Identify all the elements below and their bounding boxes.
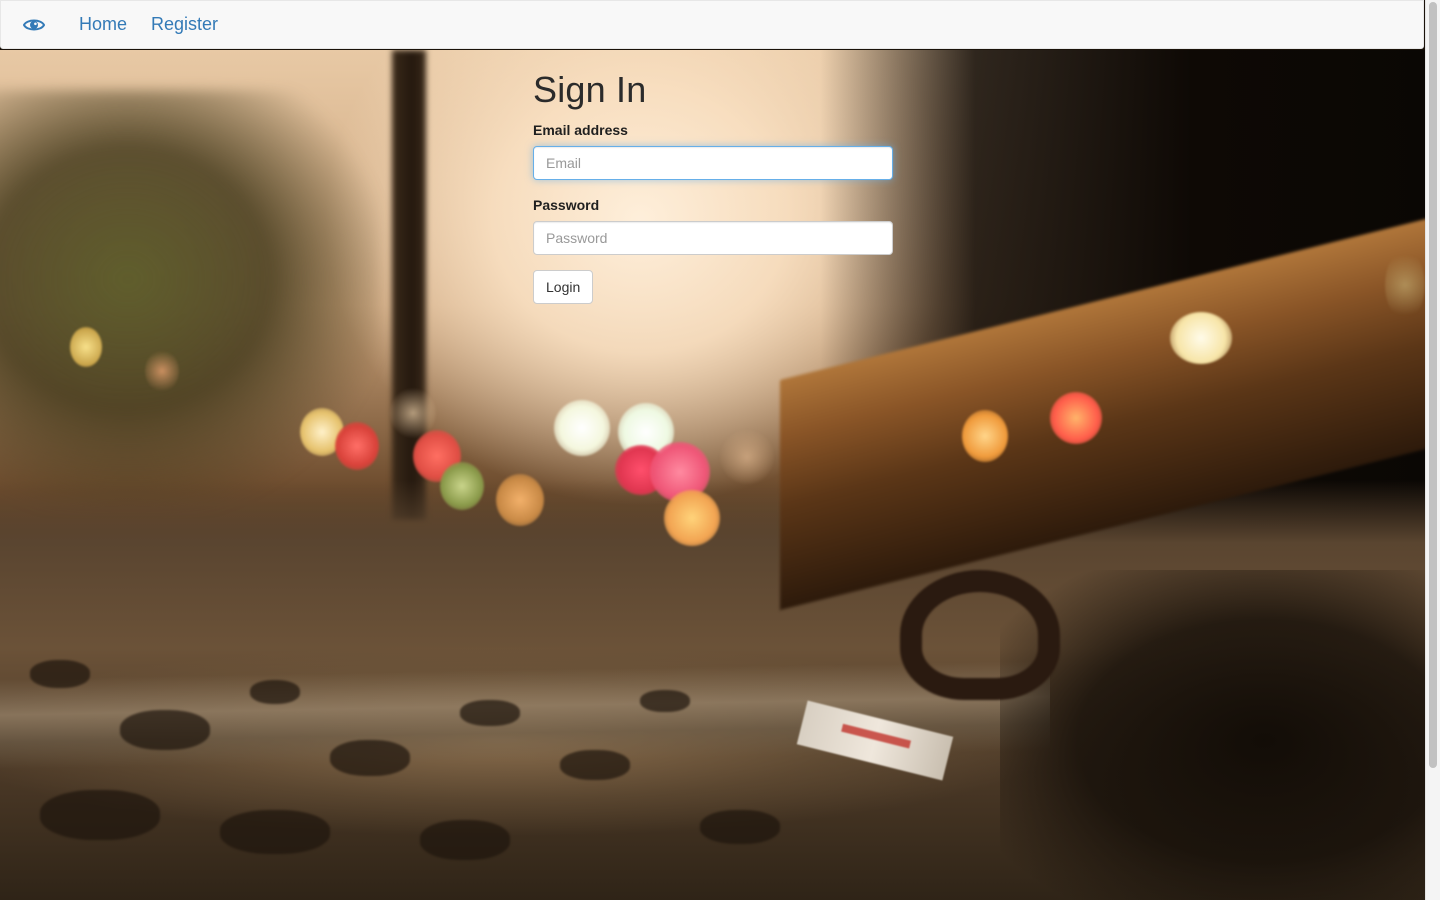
login-button[interactable]: Login [533,270,594,304]
password-input[interactable] [533,221,893,255]
page-title: Sign In [533,69,647,110]
page: Home Register Sign In Email address Pass… [0,0,1440,900]
email-input[interactable] [533,146,893,180]
eye-icon [23,17,45,33]
nav-link-home[interactable]: Home [67,0,139,49]
email-group: Email address [533,120,893,180]
password-group: Password [533,195,893,255]
brand-logo[interactable] [1,0,67,49]
page-scrollbar[interactable] [1425,0,1440,900]
scrollbar-thumb[interactable] [1429,2,1437,768]
email-label: Email address [533,122,628,138]
nav-link-register[interactable]: Register [139,0,230,49]
navbar: Home Register [0,0,1424,49]
sign-in-form: Sign In Email address Password Login [533,62,893,304]
password-label: Password [533,197,600,213]
